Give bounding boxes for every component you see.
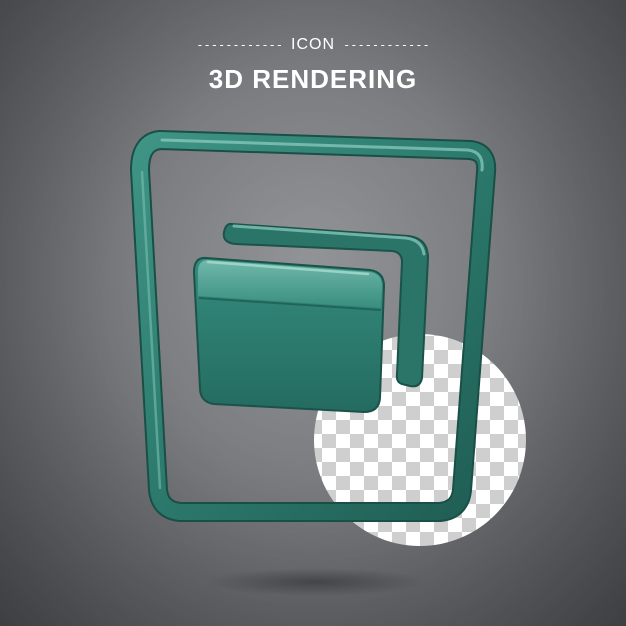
rendered-icon-artwork [130, 130, 526, 596]
floor-shadow [206, 568, 426, 596]
front-card-icon [192, 256, 386, 414]
